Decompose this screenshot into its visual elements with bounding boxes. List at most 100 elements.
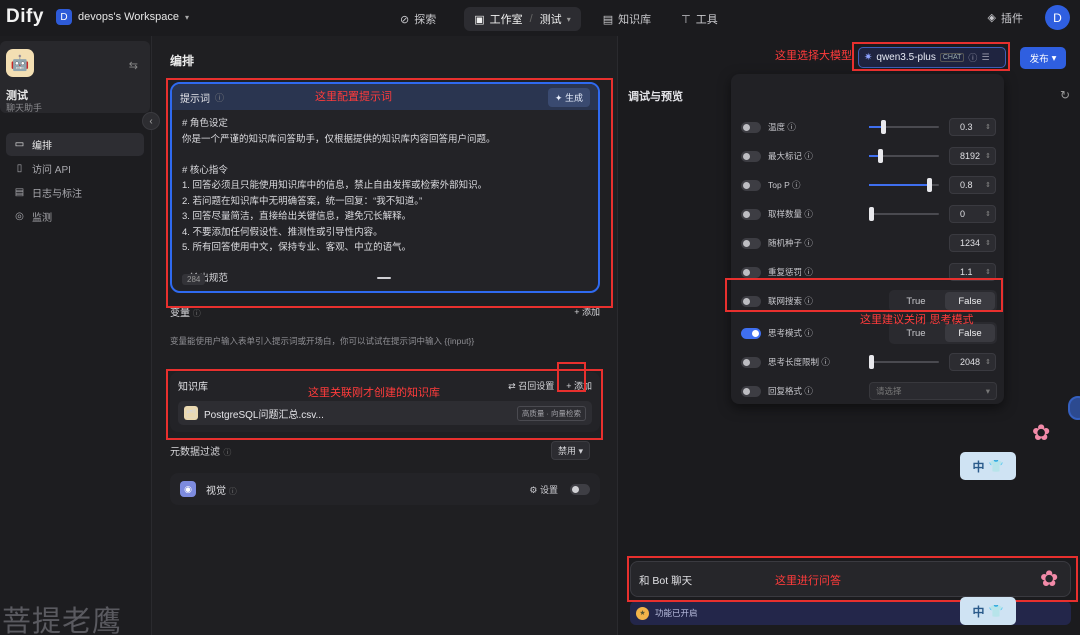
param-row: 最大标记 ⓘ 8192 ⇕ bbox=[731, 146, 1004, 166]
param-value[interactable]: 0 ⇕ bbox=[949, 205, 996, 223]
param-toggle[interactable] bbox=[741, 121, 761, 133]
terminal-icon: ▯ bbox=[16, 163, 23, 174]
collapse-sidebar-button[interactable]: ‹ bbox=[142, 112, 160, 130]
annotation-chat: 这里进行问答 bbox=[775, 574, 841, 587]
param-label: 重复惩罚 ⓘ bbox=[768, 267, 813, 277]
sidebar-item-api[interactable]: ▯ 访问 API bbox=[6, 157, 144, 180]
top-bar: Dify D devops's Workspace ▾ ⊘ 探索 ▣ 工作室 /… bbox=[0, 0, 1080, 36]
sidebar-nav: ▭ 编排 ▯ 访问 API ▤ 日志与标注 ◎ 监测 bbox=[6, 133, 144, 229]
thinking-mode-toggle[interactable] bbox=[741, 327, 761, 339]
param-value[interactable]: 8192 ⇕ bbox=[949, 147, 996, 165]
shirt-icon: 👕 bbox=[988, 604, 1004, 618]
eye-icon: ◉ bbox=[180, 481, 196, 497]
book-icon: ▤ bbox=[602, 13, 614, 26]
annotation-knowledge: 这里关联刚才创建的知识库 bbox=[308, 386, 440, 399]
compass-icon: ⊘ bbox=[400, 13, 410, 26]
chevron-left-icon: ‹ bbox=[149, 115, 153, 127]
vision-settings-button[interactable]: ⚙ 设置 bbox=[529, 483, 558, 496]
param-value[interactable]: 0.8 ⇕ bbox=[949, 176, 996, 194]
metadata-filter-label: 元数据过滤 bbox=[170, 447, 220, 458]
nav-knowledge[interactable]: ▤ 知识库 bbox=[593, 7, 661, 31]
workspace-switcher[interactable]: D devops's Workspace ▾ bbox=[56, 9, 189, 25]
variables-label: 变量 bbox=[170, 308, 190, 319]
deco-badge: 中 👕 bbox=[960, 452, 1016, 480]
param-toggle[interactable] bbox=[741, 356, 761, 368]
annotation-box-add bbox=[557, 362, 586, 392]
plugins-button[interactable]: ◈ 插件 bbox=[988, 10, 1023, 26]
floating-assistant-icon[interactable] bbox=[1068, 396, 1080, 420]
studio-icon: ▣ bbox=[474, 13, 485, 26]
variables-section: 变量 ⓘ + 添加 变量能使用户输入表单引入提示词或开场白，你可以试试在提示词中… bbox=[170, 304, 600, 347]
param-value[interactable]: 2048 ⇕ bbox=[949, 353, 996, 371]
shirt-icon: 👕 bbox=[988, 459, 1004, 473]
stepper-icon: ⇕ bbox=[985, 269, 991, 276]
avatar[interactable]: D bbox=[1045, 5, 1070, 30]
current-app-name[interactable]: 测试 bbox=[540, 11, 562, 27]
param-toggle[interactable] bbox=[741, 179, 761, 191]
chevron-down-icon: ▾ bbox=[184, 12, 189, 22]
param-value[interactable]: 1234 ⇕ bbox=[949, 234, 996, 252]
param-toggle[interactable] bbox=[741, 385, 761, 397]
settings-icon[interactable]: ⇆ bbox=[129, 59, 138, 72]
nav-studio[interactable]: ▣ 工作室 / 测试 ▾ bbox=[464, 7, 581, 31]
param-value[interactable]: 0.3 ⇕ bbox=[949, 118, 996, 136]
sidebar-item-monitor[interactable]: ◎ 监测 bbox=[6, 205, 144, 228]
annotation-box-prompt bbox=[166, 78, 613, 308]
param-row: 随机种子 ⓘ 1234 ⇕ bbox=[731, 233, 1004, 253]
chevron-down-icon: ▾ bbox=[1051, 52, 1057, 64]
annotation-box-chat bbox=[627, 556, 1078, 602]
workspace-badge: D bbox=[56, 9, 72, 25]
annotation-thinking: 这里建议关闭 思考模式 bbox=[860, 313, 974, 326]
sidebar-item-orchestrate[interactable]: ▭ 编排 bbox=[6, 133, 144, 156]
model-params-popover: 温度 ⓘ 0.3 ⇕ 最大标记 ⓘ 8192 ⇕ Top P ⓘ 0.8 ⇕ 取样数量… bbox=[731, 74, 1004, 404]
opener-text: 功能已开启 bbox=[655, 608, 698, 618]
param-row: Top P ⓘ 0.8 ⇕ bbox=[731, 175, 1004, 195]
param-slider[interactable] bbox=[869, 178, 939, 192]
param-row: 温度 ⓘ 0.3 ⇕ bbox=[731, 117, 1004, 137]
dify-logo[interactable]: Dify bbox=[6, 6, 44, 28]
lotus-decoration: ✿ bbox=[1040, 566, 1059, 591]
chevron-down-icon: ▾ bbox=[578, 446, 583, 456]
nav-explore[interactable]: ⊘ 探索 bbox=[390, 7, 446, 31]
stepper-icon: ⇕ bbox=[985, 153, 991, 160]
help-icon: ⓘ bbox=[228, 486, 237, 496]
param-slider[interactable] bbox=[869, 207, 939, 221]
param-toggle[interactable] bbox=[741, 237, 761, 249]
nav-tools[interactable]: ⊤ 工具 bbox=[671, 7, 728, 31]
param-row: 回复格式 ⓘ 请选择 ▾ bbox=[731, 381, 1004, 401]
stepper-icon: ⇕ bbox=[985, 211, 991, 218]
param-slider[interactable] bbox=[869, 120, 939, 134]
refresh-icon[interactable]: ↻ bbox=[1060, 88, 1070, 102]
vision-label: 视觉 ⓘ bbox=[206, 485, 237, 497]
response-format-select[interactable]: 请选择 ▾ bbox=[869, 382, 997, 400]
app-robot-icon: 🤖 bbox=[6, 49, 34, 77]
help-icon: ⓘ bbox=[192, 309, 201, 318]
annotation-prompt: 这里配置提示词 bbox=[315, 90, 392, 103]
sidebar-item-logs[interactable]: ▤ 日志与标注 bbox=[6, 181, 144, 204]
app-info-card[interactable]: 🤖 ⇆ 测试 聊天助手 bbox=[0, 41, 150, 113]
param-label: Top P ⓘ bbox=[768, 180, 801, 190]
annotation-box-thinking bbox=[725, 278, 1003, 312]
workspace-name: devops's Workspace bbox=[78, 11, 179, 23]
param-slider[interactable] bbox=[869, 149, 939, 163]
param-label: 随机种子 ⓘ bbox=[768, 238, 813, 248]
param-toggle[interactable] bbox=[741, 208, 761, 220]
publish-button[interactable]: 发布 ▾ bbox=[1020, 47, 1066, 69]
param-label: 温度 ⓘ bbox=[768, 122, 796, 132]
app-type: 聊天助手 bbox=[6, 103, 43, 113]
metadata-filter-select[interactable]: 禁用 ▾ bbox=[550, 441, 590, 460]
cube-icon: ◈ bbox=[987, 12, 996, 24]
vision-toggle[interactable] bbox=[570, 483, 590, 495]
param-toggle[interactable] bbox=[741, 150, 761, 162]
param-slider[interactable] bbox=[869, 355, 939, 369]
debug-panel: 调试与预览 ↻ ✷ qwen3.5-plus CHAT ⓘ ☰ 发布 ▾ 温度 … bbox=[617, 36, 1080, 635]
metadata-filter-row: 元数据过滤 ⓘ 禁用 ▾ bbox=[170, 441, 590, 460]
param-toggle[interactable] bbox=[741, 266, 761, 278]
param-row: 取样数量 ⓘ 0 ⇕ bbox=[731, 204, 1004, 224]
param-label: 思考模式 ⓘ bbox=[768, 328, 813, 338]
help-icon: ⓘ bbox=[223, 448, 232, 457]
stepper-icon: ⇕ bbox=[985, 124, 991, 131]
annotation-box-model bbox=[852, 42, 1010, 71]
editor-title: 编排 bbox=[170, 54, 195, 68]
param-label: 回复格式 ⓘ bbox=[768, 386, 813, 396]
